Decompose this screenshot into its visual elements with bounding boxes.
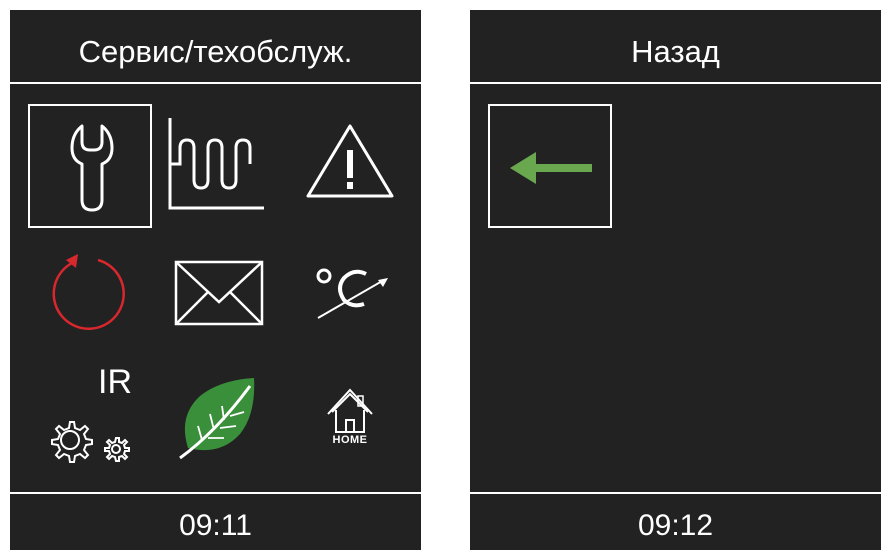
screen-title: Сервис/техобслуж. [78, 34, 353, 69]
service-menu-screen: Сервис/техобслуж. IR HOME 09:11 [10, 10, 421, 550]
footer-divider [10, 492, 421, 494]
home-label: HOME [332, 434, 368, 446]
wrench-tile[interactable] [28, 104, 152, 228]
home-tile[interactable]: HOME [288, 356, 412, 480]
eco-tile[interactable] [158, 356, 282, 480]
home-icon [327, 388, 373, 433]
temperature-tile[interactable] [288, 230, 412, 354]
back-screen: Назад 09:12 [470, 10, 881, 550]
screen-title: Назад [631, 34, 720, 69]
reset-arrow-icon [52, 254, 125, 330]
temperature-calibration-icon [316, 268, 388, 319]
ir-gears-icon [51, 421, 130, 463]
heating-coil-icon [168, 118, 264, 210]
back-arrow-icon [510, 152, 592, 184]
heating-tile[interactable] [158, 104, 282, 228]
footer-divider [470, 492, 881, 494]
eco-leaf-icon [179, 378, 255, 460]
header-divider [470, 82, 881, 84]
header-divider [10, 82, 421, 84]
warning-tile[interactable] [288, 104, 412, 228]
envelope-icon [174, 260, 264, 326]
clock: 09:12 [637, 509, 714, 542]
messages-tile[interactable] [158, 230, 282, 354]
back-button[interactable] [488, 104, 612, 228]
wrench-icon [70, 124, 114, 212]
clock: 09:11 [179, 509, 252, 542]
ir-settings-tile[interactable]: IR [28, 356, 152, 480]
warning-icon [306, 124, 394, 198]
reset-tile[interactable] [28, 230, 152, 354]
